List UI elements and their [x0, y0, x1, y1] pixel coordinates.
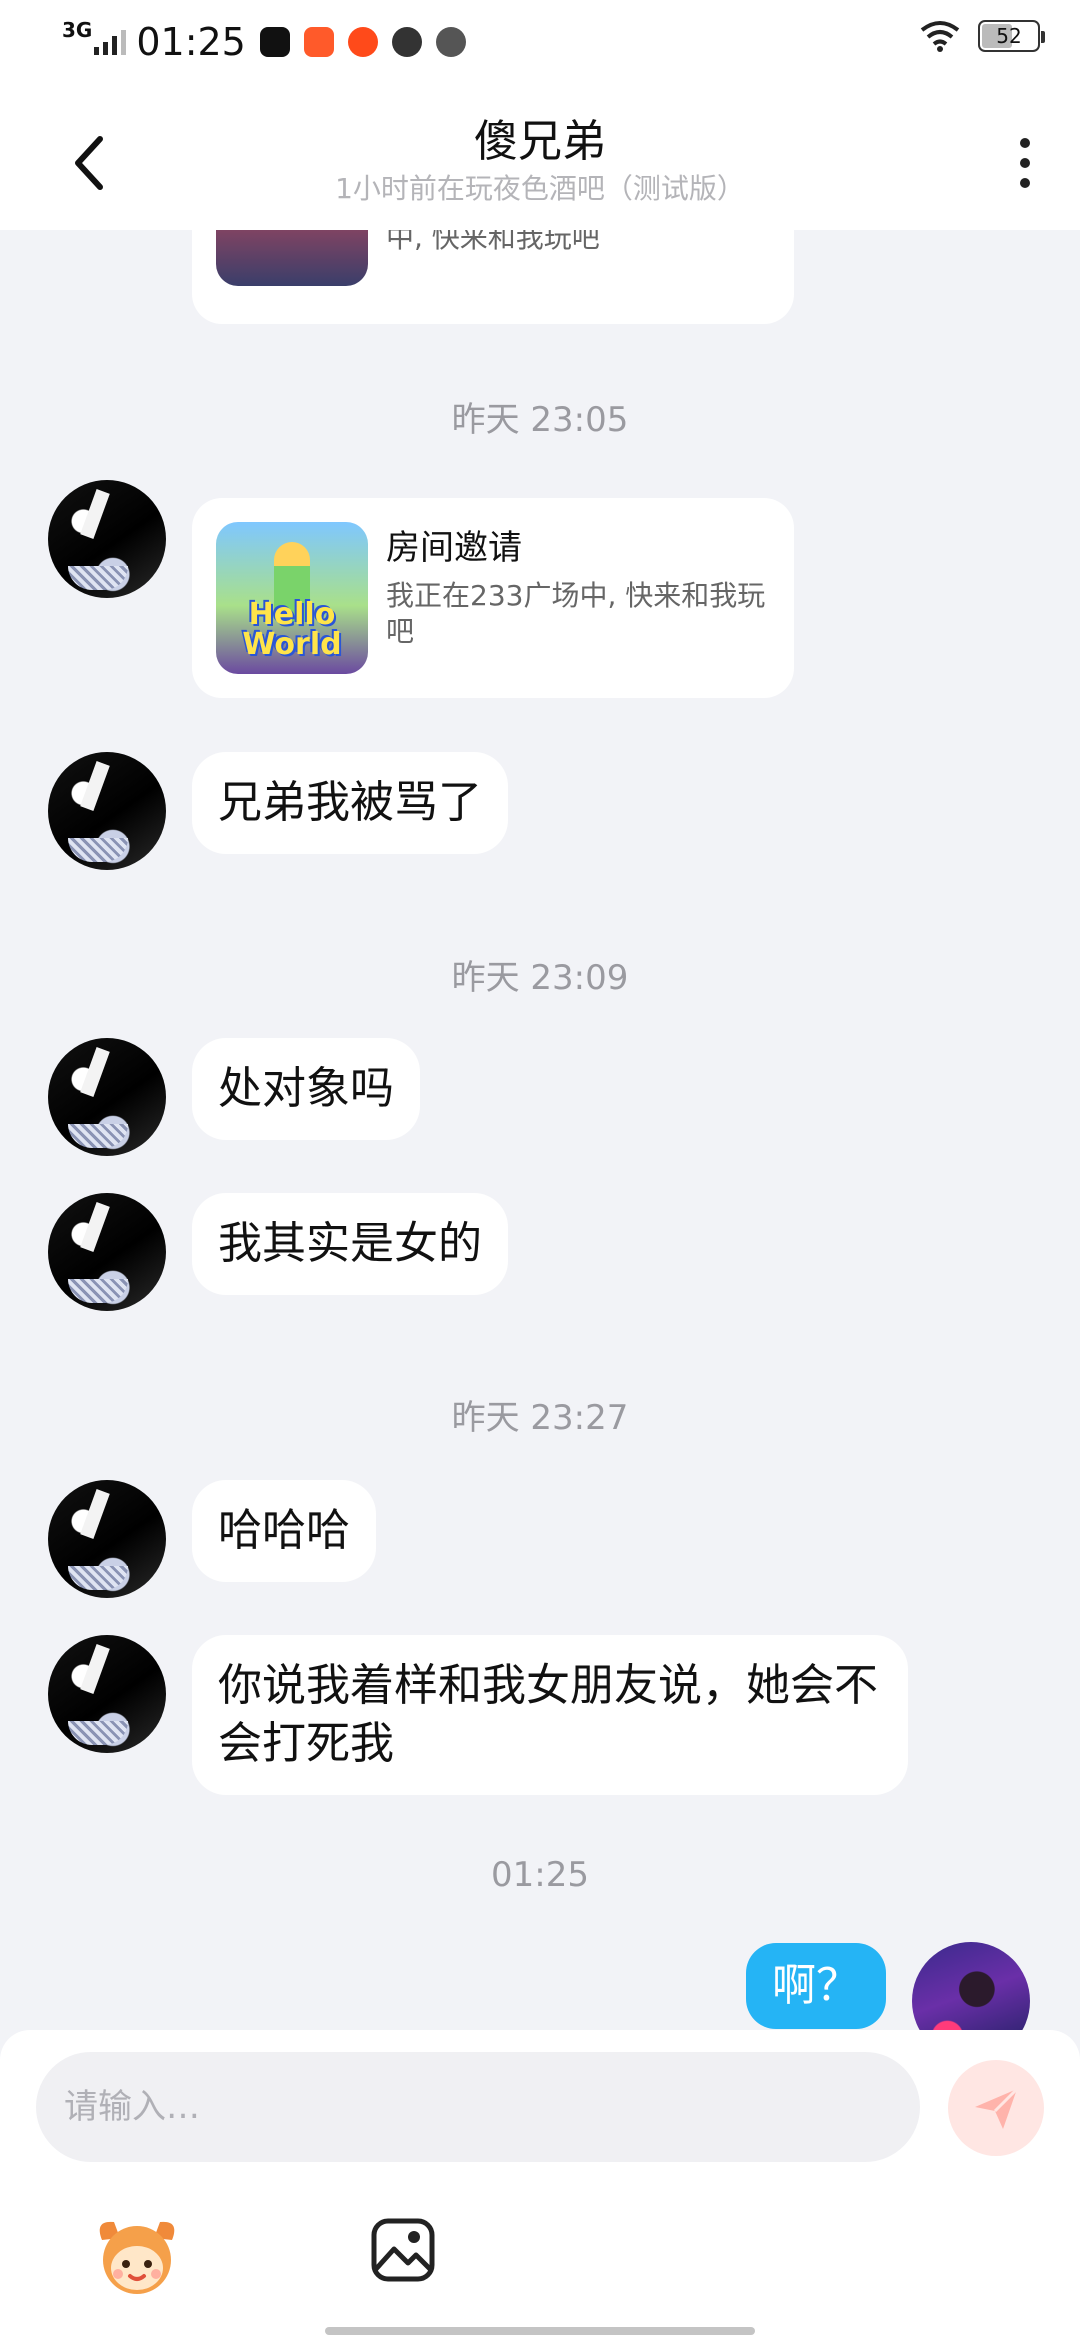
- room-invite-card[interactable]: Hello World 房间邀请 我正在233广场中, 快来和我玩吧: [192, 498, 794, 698]
- image-picker-button[interactable]: [368, 2215, 438, 2285]
- chat-header: 傻兄弟 1小时前在玩夜色酒吧（测试版）: [0, 85, 1080, 230]
- invite-thumbnail: Hello World: [216, 522, 368, 674]
- message-bubble[interactable]: 兄弟我被骂了: [192, 752, 508, 854]
- status-bar: 3G 01:25 52: [0, 0, 1080, 85]
- message-bubble[interactable]: 哈哈哈: [192, 1480, 376, 1582]
- tiktok-icon: [259, 27, 290, 57]
- message-bubble[interactable]: 处对象吗: [192, 1038, 420, 1140]
- message-input[interactable]: [36, 2052, 920, 2162]
- home-indicator[interactable]: [325, 2327, 755, 2335]
- message-bubble[interactable]: 我其实是女的: [192, 1193, 508, 1295]
- dot-icon: [1020, 158, 1030, 168]
- contact-avatar[interactable]: [48, 752, 166, 870]
- kuaishou-icon: [303, 27, 334, 57]
- contact-avatar[interactable]: [48, 1193, 166, 1311]
- wifi-icon: [920, 21, 960, 52]
- send-button[interactable]: [948, 2060, 1044, 2156]
- image-icon: [371, 2218, 435, 2282]
- timestamp: 昨天 23:27: [451, 1398, 629, 1438]
- contact-avatar[interactable]: [48, 1480, 166, 1598]
- cat-app-icon: [435, 27, 466, 57]
- contact-avatar[interactable]: [48, 480, 166, 598]
- my-avatar[interactable]: [912, 1942, 1030, 2030]
- timestamp: 昨天 23:05: [451, 400, 629, 440]
- dot-icon: [1020, 178, 1030, 188]
- contact-status: 1小时前在玩夜色酒吧（测试版）: [335, 172, 745, 205]
- dot-icon: [1020, 138, 1030, 148]
- status-right: 52: [920, 20, 1045, 52]
- thumbnail-text: Hello World: [242, 597, 342, 662]
- taobao-icon: [347, 27, 378, 57]
- signal-icon: [94, 29, 127, 55]
- clock: 01:25: [136, 20, 246, 64]
- status-left: 3G 01:25: [62, 14, 480, 70]
- contact-avatar[interactable]: [48, 1038, 166, 1156]
- invite-thumbnail: [216, 230, 368, 286]
- emoji-button[interactable]: [92, 2210, 182, 2300]
- contact-avatar[interactable]: [48, 1635, 166, 1753]
- more-options-button[interactable]: [1000, 123, 1050, 203]
- emoji-mascot-icon: [99, 2221, 175, 2294]
- battery-icon: 52: [978, 20, 1045, 52]
- network-type: 3G: [62, 18, 93, 42]
- invite-description: 我正在233广场中, 快来和我玩吧: [386, 579, 766, 648]
- timestamp: 昨天 23:09: [451, 958, 629, 998]
- battery-level: 52: [996, 24, 1022, 48]
- invite-title: 房间邀请: [386, 528, 522, 568]
- timestamp: 01:25: [491, 1855, 589, 1895]
- contact-name: 傻兄弟: [474, 116, 606, 167]
- room-invite-card-partial[interactable]: 中, 快来和我玩吧: [192, 230, 794, 324]
- chat-list[interactable]: 中, 快来和我玩吧 昨天 23:05 Hello World 房间邀请 我正在2…: [0, 230, 1080, 2030]
- invite-description: 中, 快来和我玩吧: [386, 230, 600, 254]
- input-panel: [0, 2030, 1080, 2340]
- send-icon: [975, 2087, 1019, 2129]
- my-message-bubble[interactable]: 啊？: [746, 1943, 886, 2029]
- message-bubble[interactable]: 你说我着样和我女朋友说，她会不会打死我: [192, 1635, 908, 1795]
- video-player-icon: [391, 27, 422, 57]
